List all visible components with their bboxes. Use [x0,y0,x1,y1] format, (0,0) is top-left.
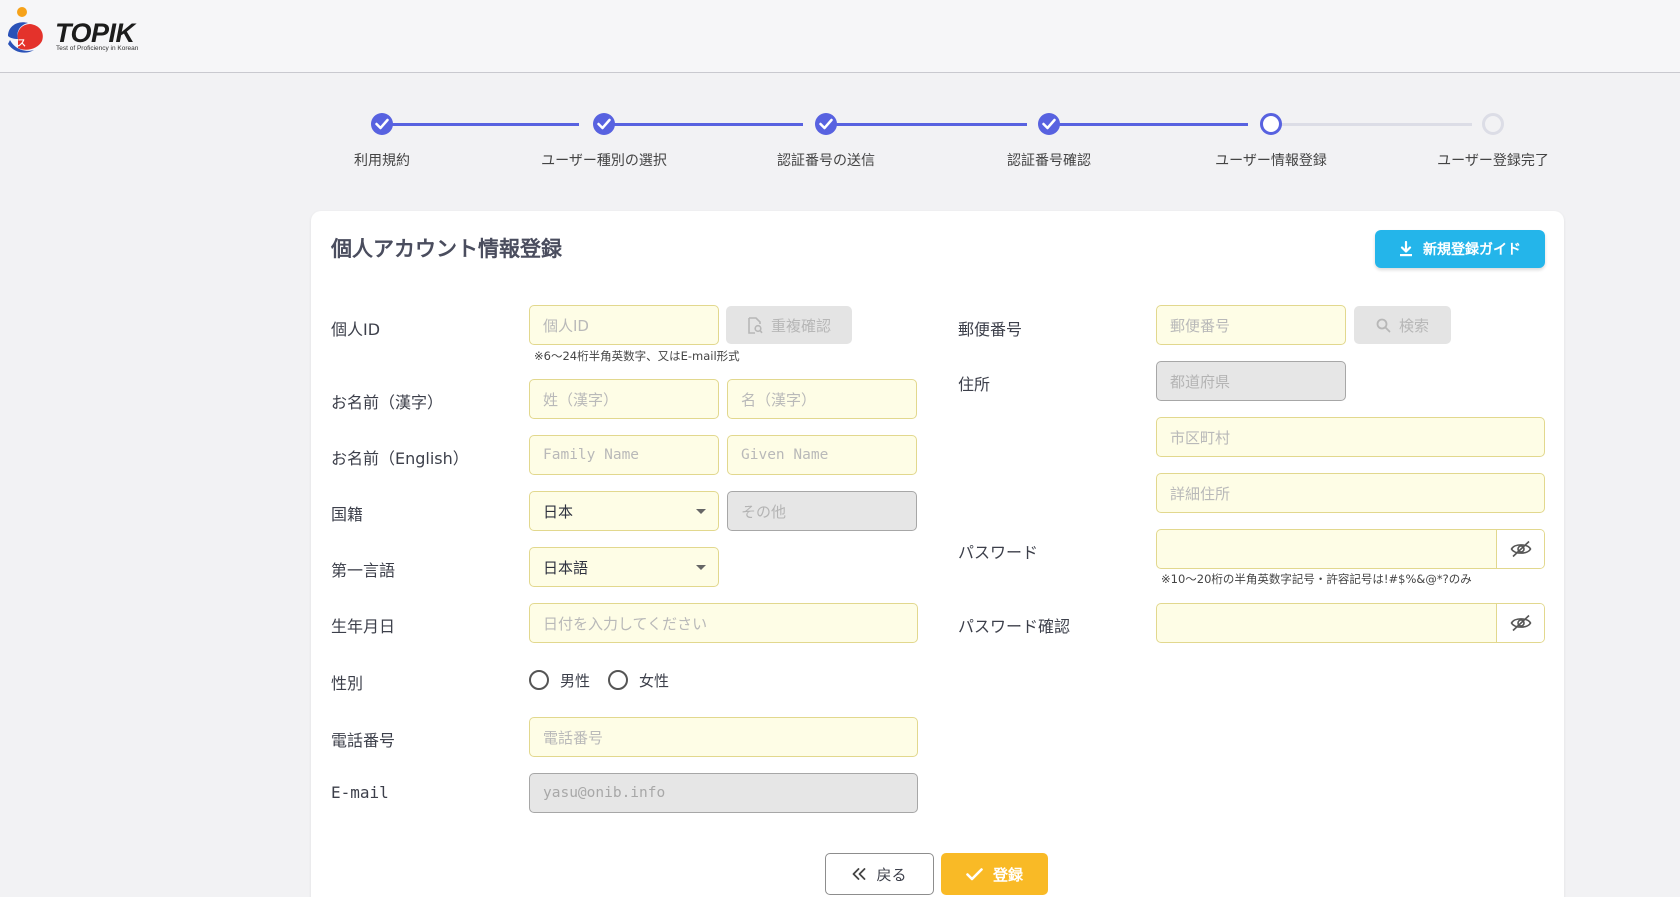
city-placeholder: 市区町村 [1170,428,1231,447]
document-search-icon [748,316,763,334]
nationality-select[interactable]: 日本 [529,491,719,531]
step-label-verify-code: 認証番号確認 [1007,153,1091,169]
step-connector [825,123,1027,126]
search-icon [1376,318,1391,332]
gender-female-radio[interactable] [608,670,628,690]
prefecture-input[interactable]: 都道府県 [1156,361,1346,401]
step-4-check-icon [1038,113,1060,135]
step-1-check-icon [371,113,393,135]
submit-button[interactable]: 登録 [941,853,1048,895]
postal-label: 郵便番号 [958,320,1023,339]
nationality-other-input[interactable]: その他 [727,491,917,531]
last-name-kanji-input[interactable]: 姓（漢字） [529,379,719,419]
password-hint: ※10～20桁の半角英数字記号・許容記号は!#$%&@*?のみ [1161,572,1472,586]
email-value: yasu@onib.info [543,785,666,801]
email-label: E-mail [331,783,389,802]
given-name-placeholder: Given Name [741,447,829,463]
password-input[interactable] [1156,529,1545,569]
postal-search-button[interactable]: 検索 [1354,306,1451,344]
phone-input[interactable]: 電話番号 [529,717,918,757]
id-duplicate-check-button[interactable]: 重複確認 [726,306,852,344]
address-detail-input[interactable]: 詳細住所 [1156,473,1545,513]
eye-off-icon [1510,540,1531,558]
back-button-label: 戻る [876,865,907,884]
step-connector [1272,123,1472,126]
gender-male-radio[interactable] [529,670,549,690]
given-name-input[interactable]: Given Name [727,435,917,475]
first-name-kanji-placeholder: 名（漢字） [741,390,817,409]
back-button[interactable]: 戻る [825,853,934,895]
nationality-other-placeholder: その他 [741,502,787,521]
language-select[interactable]: 日本語 [529,547,719,587]
gender-label: 性別 [331,674,364,693]
step-connector [382,123,579,126]
step-6-pending-indicator [1482,113,1504,135]
check-icon [966,867,983,880]
email-input[interactable]: yasu@onib.info [529,773,918,813]
gender-male-label[interactable]: 男性 [560,670,590,691]
id-input[interactable]: 個人ID [529,305,719,345]
password-label: パスワード [958,543,1039,562]
postal-search-label: 検索 [1398,316,1429,335]
birthdate-placeholder: 日付を入力してください [543,614,708,633]
password-text-area[interactable] [1157,530,1496,568]
password-confirm-visibility-toggle[interactable] [1496,604,1544,642]
password-confirm-text-area[interactable] [1157,604,1496,642]
birthdate-input[interactable]: 日付を入力してください [529,603,918,643]
guide-button-label: 新規登録ガイド [1423,242,1521,258]
password-confirm-input[interactable] [1156,603,1545,643]
password-visibility-toggle[interactable] [1496,530,1544,568]
language-value: 日本語 [543,558,589,577]
address-detail-placeholder: 詳細住所 [1170,484,1231,503]
address-label: 住所 [958,375,991,394]
language-label: 第一言語 [331,561,396,580]
step-label-user-type: ユーザー種別の選択 [541,153,667,169]
last-name-kanji-placeholder: 姓（漢字） [543,390,619,409]
id-placeholder: 個人ID [543,316,589,335]
id-hint: ※6～24桁半角英数字、又はE-mail形式 [534,349,740,363]
id-label: 個人ID [331,320,381,339]
registration-form-card: 個人アカウント情報登録 新規登録ガイド 個人ID 個人ID 重複確認 ※6～24… [311,211,1564,897]
step-2-check-icon [593,113,615,135]
family-name-placeholder: Family Name [543,447,640,463]
step-label-send-code: 認証番号の送信 [777,153,875,169]
dropdown-caret-icon [696,509,706,514]
step-label-terms: 利用規約 [354,153,410,169]
first-name-kanji-input[interactable]: 名（漢字） [727,379,917,419]
phone-placeholder: 電話番号 [543,728,604,747]
password-confirm-label: パスワード確認 [958,617,1071,636]
nationality-value: 日本 [543,502,574,521]
city-input[interactable]: 市区町村 [1156,417,1545,457]
step-5-current-indicator [1260,113,1282,135]
family-name-input[interactable]: Family Name [529,435,719,475]
dropdown-caret-icon [696,565,706,570]
gender-female-label[interactable]: 女性 [639,670,669,691]
registration-stepper: 利用規約 ユーザー種別の選択 認証番号の送信 認証番号確認 ユーザー情報登録 ユ… [0,0,1680,180]
name-english-label: お名前（English） [331,449,469,468]
name-kanji-label: お名前（漢字） [331,393,444,412]
step-label-complete: ユーザー登録完了 [1437,153,1549,169]
phone-label: 電話番号 [331,731,396,750]
step-connector [603,123,803,126]
double-chevron-left-icon [853,868,866,880]
registration-guide-button[interactable]: 新規登録ガイド [1375,230,1545,268]
step-connector [1048,123,1248,126]
birthdate-label: 生年月日 [331,617,396,636]
step-label-user-info: ユーザー情報登録 [1215,153,1327,169]
postal-placeholder: 郵便番号 [1170,316,1231,335]
step-3-check-icon [815,113,837,135]
postal-input[interactable]: 郵便番号 [1156,305,1346,345]
eye-off-icon [1510,614,1531,632]
download-icon [1400,241,1412,257]
page-title: 個人アカウント情報登録 [331,237,562,261]
prefecture-placeholder: 都道府県 [1170,372,1231,391]
duplicate-check-label: 重複確認 [770,316,831,335]
nationality-label: 国籍 [331,505,364,524]
submit-button-label: 登録 [992,865,1023,884]
